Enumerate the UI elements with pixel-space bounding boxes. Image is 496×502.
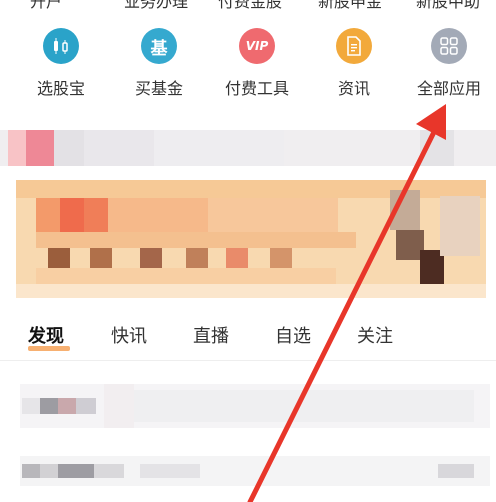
blurred-block (36, 198, 60, 232)
blurred-block (94, 464, 124, 478)
active-tab-indicator (28, 346, 70, 351)
top-menu-item[interactable]: 业务办理 (124, 0, 188, 12)
blurred-block (154, 130, 284, 166)
clipped-top-menu-row: 开户 业务办理 付费金股 新股申金 新股中助 (0, 0, 496, 11)
top-menu-item[interactable]: 新股中助 (416, 0, 480, 12)
shortcut-label: 全部应用 (416, 79, 481, 98)
tab-flash-news[interactable]: 快讯 (111, 322, 147, 348)
shortcut-label: 选股宝 (36, 79, 85, 98)
blurred-block (48, 248, 70, 268)
tab-discover[interactable]: 发现 (28, 322, 64, 348)
blurred-block (8, 130, 26, 166)
blurred-block (36, 232, 356, 248)
blurred-block (40, 464, 58, 478)
tab-watchlist[interactable]: 自选 (275, 322, 311, 348)
tab-live[interactable]: 直播 (193, 322, 229, 348)
blurred-block (26, 130, 54, 166)
blurred-block (226, 248, 248, 268)
blurred-block (22, 464, 40, 478)
grid-icon (431, 28, 467, 64)
blurred-block (76, 398, 96, 414)
blurred-block (54, 130, 84, 166)
blurred-block (90, 248, 112, 268)
blurred-block (104, 384, 134, 428)
blurred-block (208, 198, 338, 232)
content-tabs: 发现 快讯 直播 自选 关注 (0, 322, 496, 354)
top-menu-item[interactable]: 开户 (30, 0, 62, 12)
blurred-block (134, 390, 474, 422)
document-icon (336, 28, 372, 64)
candlestick-icon (43, 28, 79, 64)
shortcut-label: 买基金 (134, 79, 183, 98)
blurred-block (186, 248, 208, 268)
blurred-block (140, 248, 162, 268)
blurred-block (16, 284, 486, 298)
blurred-block (58, 464, 94, 478)
shortcut-all-apps[interactable]: 全部应用 (401, 28, 496, 99)
tab-following[interactable]: 关注 (357, 322, 393, 348)
vip-icon-glyph: VIP (245, 39, 269, 53)
vip-icon: VIP (239, 28, 275, 64)
blurred-block (420, 130, 454, 166)
shortcut-label: 资讯 (337, 79, 370, 98)
blurred-block (84, 198, 108, 232)
shortcut-paid-tools[interactable]: VIP 付费工具 (209, 28, 305, 99)
top-menu-item[interactable]: 付费金股 (218, 0, 282, 12)
blurred-block (60, 198, 84, 232)
fund-icon-glyph: 基 (150, 38, 168, 59)
blurred-block (22, 398, 40, 414)
shortcut-xuangubao[interactable]: 选股宝 (13, 28, 109, 99)
blurred-block (390, 190, 420, 230)
blurred-block (140, 464, 200, 478)
shortcut-news[interactable]: 资讯 (306, 28, 402, 99)
shortcut-label: 付费工具 (224, 79, 289, 98)
shortcut-buy-fund[interactable]: 基 买基金 (111, 28, 207, 99)
blurred-block (36, 268, 336, 284)
blurred-block (270, 248, 292, 268)
blurred-block (440, 196, 480, 256)
blurred-block (84, 130, 154, 166)
blurred-block (58, 398, 76, 414)
blurred-block (40, 398, 58, 414)
tabs-divider (0, 360, 496, 361)
blurred-block (108, 198, 208, 232)
blurred-block (438, 464, 474, 478)
top-menu-item[interactable]: 新股申金 (318, 0, 382, 12)
fund-icon: 基 (141, 28, 177, 64)
